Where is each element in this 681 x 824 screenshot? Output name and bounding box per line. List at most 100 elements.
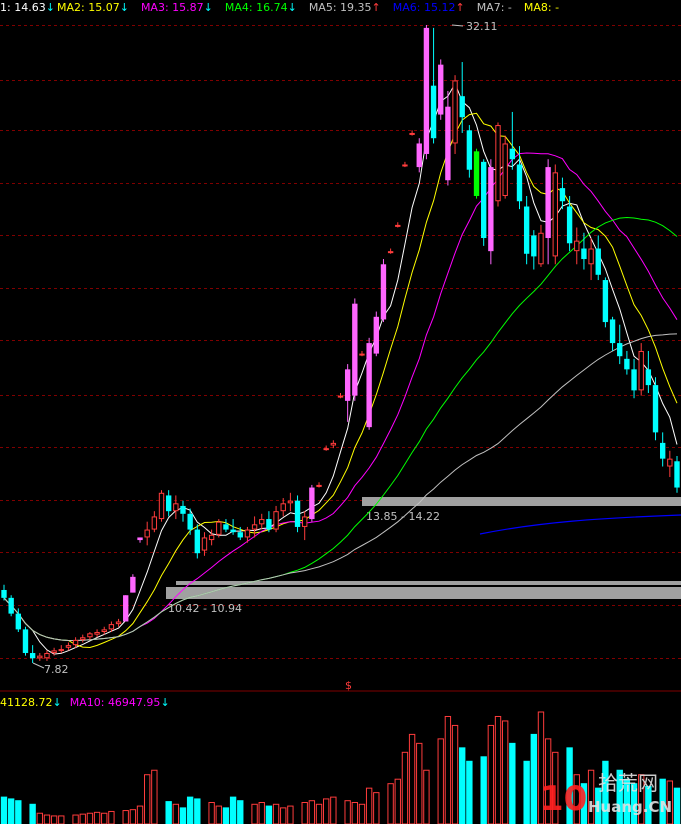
candle [502,135,508,199]
candle [423,25,430,160]
volume-bar [58,815,65,824]
candle [659,432,666,467]
candle [459,62,465,133]
candle [44,650,50,661]
volume-bar [15,800,22,824]
candlestick-chart: 13.85 - 14.2210.94 - 11.1610.42 - 10.94 … [0,1,681,824]
volume-bar [423,769,430,824]
candle [674,456,680,493]
candle [538,224,544,267]
candle [609,316,616,351]
volume-bar [394,778,401,824]
candle [123,595,129,622]
volume-bar [373,792,380,824]
candle [352,298,358,401]
candle [409,130,415,136]
candle [574,227,580,265]
candle [302,511,308,541]
volume-legend: 41128.72↓ MA10: 46947.95↓ [0,696,170,709]
support-zone-label: 13.85 - 14.22 [366,510,440,523]
volume-bar [172,803,180,824]
candle [37,653,43,661]
candle [631,358,637,399]
candles [1,25,680,663]
volume-bar [36,812,43,824]
volume-bar [101,812,108,824]
candle [645,350,652,393]
ma-legend-item: MA2: 15.07↓ [57,1,129,14]
candle [137,537,143,543]
ma-legend-item: MA6: 15.12↑ [393,1,465,14]
candle [667,450,673,478]
volume-bar [72,814,79,824]
volume-bar [93,811,101,824]
candle [395,222,401,228]
volume-bar [365,787,373,824]
candle [559,177,566,210]
candle [337,392,344,399]
candle [595,235,601,281]
candle [531,230,537,270]
volume-bar [487,724,495,824]
volume-bar [330,796,337,824]
candle [445,90,451,186]
candle [359,350,365,357]
volume-bar [358,803,366,824]
volume-bar [136,805,144,824]
candle [466,125,473,178]
candle [438,59,444,120]
candle [266,511,272,533]
watermark-brand: 10 [540,779,587,819]
volume-bar [79,813,86,824]
candle [588,238,594,281]
volume-bar [186,796,194,824]
candle [523,195,530,265]
candle [165,490,172,517]
candle [173,495,179,520]
volume-bar [7,798,15,824]
volume-bar [280,807,287,824]
candle [366,337,372,430]
high-price-label: 32.11 [466,20,498,33]
low-price-label: 7.82 [44,663,69,676]
ma6-line [479,514,681,535]
ma40-line [3,216,678,641]
ma-legend-item: MA7: - [477,1,512,14]
volume-bar [86,812,94,824]
candle [29,645,36,663]
volume-bar [165,801,172,824]
candle [22,626,29,656]
ma-legend-item: MA8: - [524,1,559,14]
candle [416,138,422,173]
volume-bar [501,720,509,824]
candle [652,377,659,441]
candle [8,595,14,617]
volume-bar [494,715,502,824]
volume-bar [151,769,158,824]
candle [1,584,7,601]
candle [316,482,322,488]
volume-bar [480,756,487,824]
volume-bar [222,807,230,824]
volume-bar [466,760,473,824]
volume-bar [444,715,452,824]
candle [287,492,294,512]
candle [624,350,630,375]
volume-bar [287,805,294,824]
volume-bar [229,796,237,824]
volume-bar [459,747,466,824]
volume-bar [258,801,265,824]
volume-bar [387,783,394,824]
volume-bar [408,733,416,824]
support-zone-band [362,497,681,506]
volume-bar [451,724,459,824]
candle [380,259,387,323]
support-zone-label: 10.42 - 10.94 [168,602,242,615]
volume-bar [523,760,530,824]
moving-average-lines [3,82,681,655]
candle [144,521,150,546]
candle [158,490,165,522]
volume-bar [301,801,308,824]
volume-bar [43,814,51,824]
support-zones: 13.85 - 14.2210.94 - 11.1610.42 - 10.94 [166,497,681,615]
